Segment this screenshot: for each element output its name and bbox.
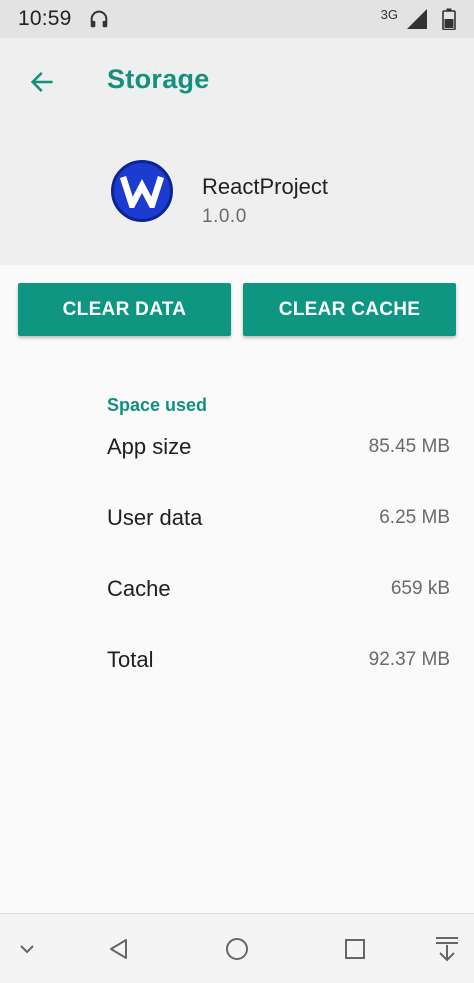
arrow-left-icon	[30, 72, 53, 92]
download-icon	[436, 937, 458, 962]
nav-hide-button[interactable]	[12, 934, 42, 964]
row-label: App size	[107, 434, 192, 459]
space-used-heading: Space used	[107, 395, 208, 415]
status-icons: 3G	[380, 6, 456, 30]
row-label: Total	[107, 647, 154, 672]
status-bar: 10:59 3G	[0, 0, 474, 38]
app-header: Storage ReactProject 1.0.0	[0, 38, 474, 265]
row-label: User data	[107, 505, 203, 530]
app-logo-icon	[111, 160, 173, 222]
nav-home-button[interactable]	[222, 934, 252, 964]
storage-content: CLEAR DATA CLEAR CACHE Space used App si…	[0, 265, 474, 913]
row-label: Cache	[107, 576, 171, 601]
battery-icon	[442, 8, 456, 30]
app-name: ReactProject	[202, 174, 328, 199]
row-value: 6.25 MB	[379, 507, 450, 528]
row-value: 85.45 MB	[368, 436, 450, 457]
chevron-down-icon	[20, 945, 34, 954]
storage-row-user-data: User data 6.25 MB	[107, 505, 450, 545]
storage-row-app-size: App size 85.45 MB	[107, 434, 450, 474]
network-type-label: 3G	[380, 6, 398, 22]
clear-cache-button[interactable]: CLEAR CACHE	[243, 283, 456, 336]
page-title: Storage	[107, 64, 210, 94]
row-value: 659 kB	[390, 578, 450, 599]
recents-square-icon	[345, 939, 365, 959]
home-circle-icon	[226, 938, 248, 960]
storage-row-cache: Cache 659 kB	[107, 576, 450, 616]
headphones-icon	[90, 10, 107, 28]
storage-screen: 10:59 3G Storage ReactProject 1.0.0 CLEA…	[0, 0, 474, 983]
system-nav-bar	[0, 913, 474, 983]
nav-recents-button[interactable]	[340, 934, 370, 964]
status-time: 10:59	[18, 7, 72, 30]
row-value: 92.37 MB	[368, 649, 450, 670]
app-version: 1.0.0	[202, 206, 247, 227]
app-logo-w-glyph	[120, 176, 164, 208]
nav-back-button[interactable]	[103, 934, 133, 964]
storage-row-total: Total 92.37 MB	[107, 647, 450, 687]
back-triangle-icon	[110, 939, 127, 959]
signal-icon	[407, 9, 427, 29]
clear-data-button[interactable]: CLEAR DATA	[18, 283, 231, 336]
back-button[interactable]	[24, 64, 60, 100]
nav-notifications-button[interactable]	[432, 934, 462, 964]
